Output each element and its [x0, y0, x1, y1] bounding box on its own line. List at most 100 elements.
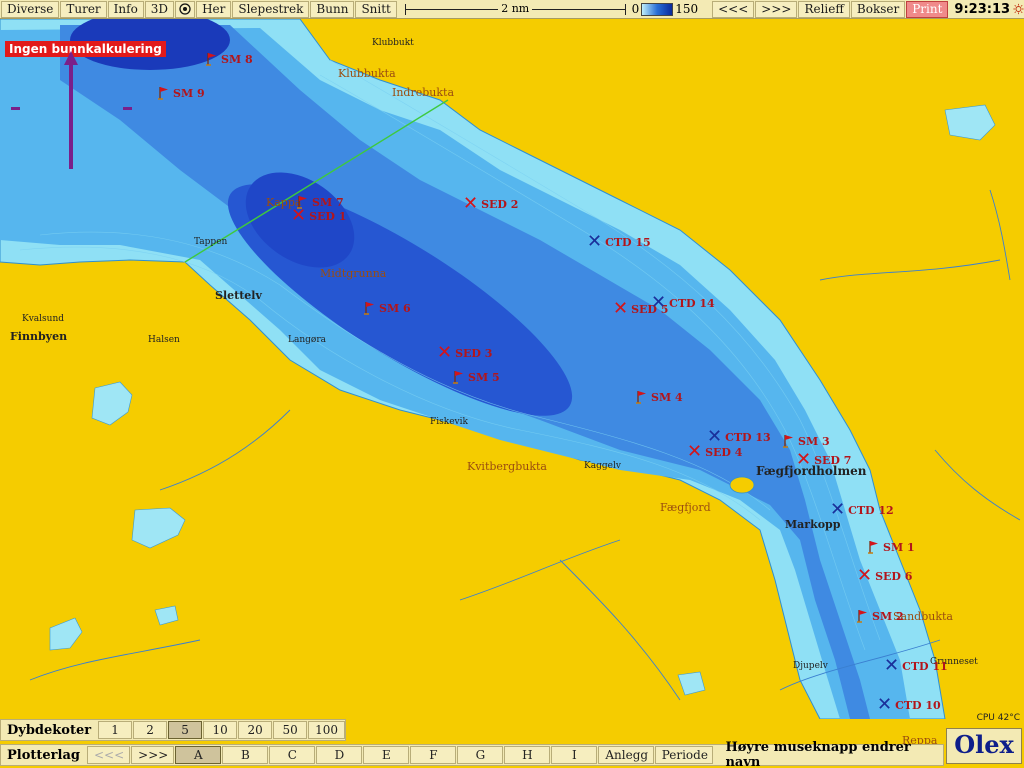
map-tick-left: [11, 107, 20, 110]
station-sed3[interactable]: ✕ SED 3: [437, 342, 492, 363]
depth-contour-title: Dybdekoter: [7, 722, 92, 738]
flag-icon: [206, 53, 216, 66]
station-sm8[interactable]: SM 8: [206, 52, 253, 66]
top-toolbar: Diverse Turer Info 3D Her Slepestrek Bun…: [0, 0, 1024, 19]
layer-b-button[interactable]: B: [222, 746, 269, 764]
layer-i-button[interactable]: I: [551, 746, 598, 764]
flag-icon: [857, 610, 867, 623]
place-djupelv: Djupelv: [793, 661, 828, 671]
place-tappen: Tappen: [194, 237, 228, 247]
cross-icon: ✕: [687, 441, 703, 462]
station-ctd10[interactable]: ✕ CTD 10: [877, 694, 941, 715]
menu-info-button[interactable]: Info: [107, 0, 144, 18]
station-ctd13[interactable]: ✕ CTD 13: [707, 428, 771, 446]
cross-icon: ✕: [884, 655, 900, 676]
status-hint: Høyre museknapp endrer navn: [725, 740, 911, 768]
station-sm3[interactable]: SM 3: [783, 434, 830, 448]
cross-icon: ✕: [613, 298, 629, 319]
flag-icon: [364, 302, 374, 315]
anlegg-button[interactable]: Anlegg: [598, 746, 654, 764]
river: [819, 259, 1001, 281]
menu-diverse-button[interactable]: Diverse: [1, 0, 60, 18]
chart-map[interactable]: Ingen bunnkalkulering Klubbukt Klubbukta…: [0, 19, 1024, 747]
lake: [49, 617, 83, 651]
layer-a-button[interactable]: A: [175, 746, 222, 764]
station-sm5[interactable]: SM 5: [453, 370, 500, 384]
lake: [944, 104, 996, 141]
cross-icon: ✕: [857, 565, 873, 586]
station-sed1[interactable]: ✕ SED 1: [291, 205, 346, 226]
contour-5-button[interactable]: 5: [168, 721, 203, 739]
station-ctd15[interactable]: ✕ CTD 15: [587, 233, 651, 251]
menu-snitt-button[interactable]: Snitt: [355, 0, 397, 18]
bokser-button[interactable]: Bokser: [850, 0, 906, 18]
contour-100-button[interactable]: 100: [308, 721, 345, 739]
layer-d-button[interactable]: D: [316, 746, 363, 764]
cross-icon: ✕: [291, 205, 307, 226]
menu-turer-button[interactable]: Turer: [60, 0, 107, 18]
contour-2-button[interactable]: 2: [133, 721, 168, 739]
print-button[interactable]: Print: [906, 0, 949, 18]
place-langora: Langøra: [288, 335, 326, 345]
cross-icon: ✕: [463, 193, 479, 214]
station-ctd11[interactable]: ✕ CTD 11: [884, 655, 948, 676]
station-sm1[interactable]: SM 1: [868, 540, 915, 554]
cross-icon: ✕: [437, 342, 453, 363]
menu-bunn-button[interactable]: Bunn: [310, 0, 355, 18]
flag-icon: [158, 87, 168, 100]
prev-button[interactable]: <<<: [712, 0, 755, 18]
place-halsen: Halsen: [148, 335, 180, 345]
contour-10-button[interactable]: 10: [203, 721, 238, 739]
lake: [677, 671, 706, 696]
relieff-button[interactable]: Relieff: [798, 0, 850, 18]
station-sed4[interactable]: ✕ SED 4: [687, 441, 742, 462]
station-ctd12[interactable]: ✕ CTD 12: [830, 501, 894, 519]
target-icon[interactable]: [175, 0, 196, 18]
station-ctd14[interactable]: ✕ CTD 14: [651, 292, 715, 313]
scale-label: 2 nm: [498, 1, 533, 15]
layer-c-button[interactable]: C: [269, 746, 316, 764]
contour-20-button[interactable]: 20: [238, 721, 273, 739]
station-sed6[interactable]: ✕ SED 6: [857, 565, 912, 586]
cross-icon: ✕: [651, 292, 667, 313]
depth-min: 0: [631, 2, 640, 16]
map-tick-right: [123, 107, 132, 110]
cpu-temp: CPU 42°C: [976, 713, 1020, 723]
layer-next-button[interactable]: >>>: [131, 746, 175, 764]
clock: 9:23:13: [954, 1, 1011, 17]
layer-f-button[interactable]: F: [410, 746, 457, 764]
island: [729, 476, 755, 494]
menu-her-button[interactable]: Her: [196, 0, 232, 18]
next-button[interactable]: >>>: [755, 0, 798, 18]
station-sm4[interactable]: SM 4: [636, 390, 683, 404]
menu-slepestrek-button[interactable]: Slepestrek: [232, 0, 310, 18]
contour-50-button[interactable]: 50: [273, 721, 308, 739]
contour-1-button[interactable]: 1: [98, 721, 133, 739]
layer-h-button[interactable]: H: [504, 746, 551, 764]
plotter-layer-title: Plotterlag: [7, 747, 80, 763]
place-indrebukta: Indrebukta: [392, 86, 455, 99]
station-sed7[interactable]: ✕ SED 7: [796, 451, 851, 469]
cross-icon: ✕: [877, 694, 893, 715]
sun-icon[interactable]: [1013, 2, 1024, 16]
periode-button[interactable]: Periode: [654, 746, 714, 764]
depth-max: 150: [675, 2, 699, 16]
depth-gradient: [641, 2, 674, 16]
place-slettelv: Slettelv: [215, 289, 262, 302]
station-sm9[interactable]: SM 9: [158, 86, 205, 100]
layer-prev-button[interactable]: <<<: [86, 746, 131, 764]
station-sed2[interactable]: ✕ SED 2: [463, 193, 518, 214]
layer-e-button[interactable]: E: [363, 746, 410, 764]
station-sm2[interactable]: SM 2: [857, 609, 904, 623]
place-faegfjord: Fægfjord: [660, 501, 711, 514]
olex-logo: Olex: [946, 728, 1022, 764]
layer-g-button[interactable]: G: [457, 746, 504, 764]
place-klubbukt: Klubbukt: [372, 38, 414, 48]
flag-icon: [636, 391, 646, 404]
flag-icon: [453, 371, 463, 384]
place-fiskevik: Fiskevik: [430, 417, 468, 427]
plotter-layer-bar: Plotterlag <<< >>> A B C D E F G H I Anl…: [0, 740, 944, 768]
menu-3d-button[interactable]: 3D: [144, 0, 175, 18]
station-sm6[interactable]: SM 6: [364, 301, 411, 315]
warning-label: Ingen bunnkalkulering: [5, 41, 166, 57]
